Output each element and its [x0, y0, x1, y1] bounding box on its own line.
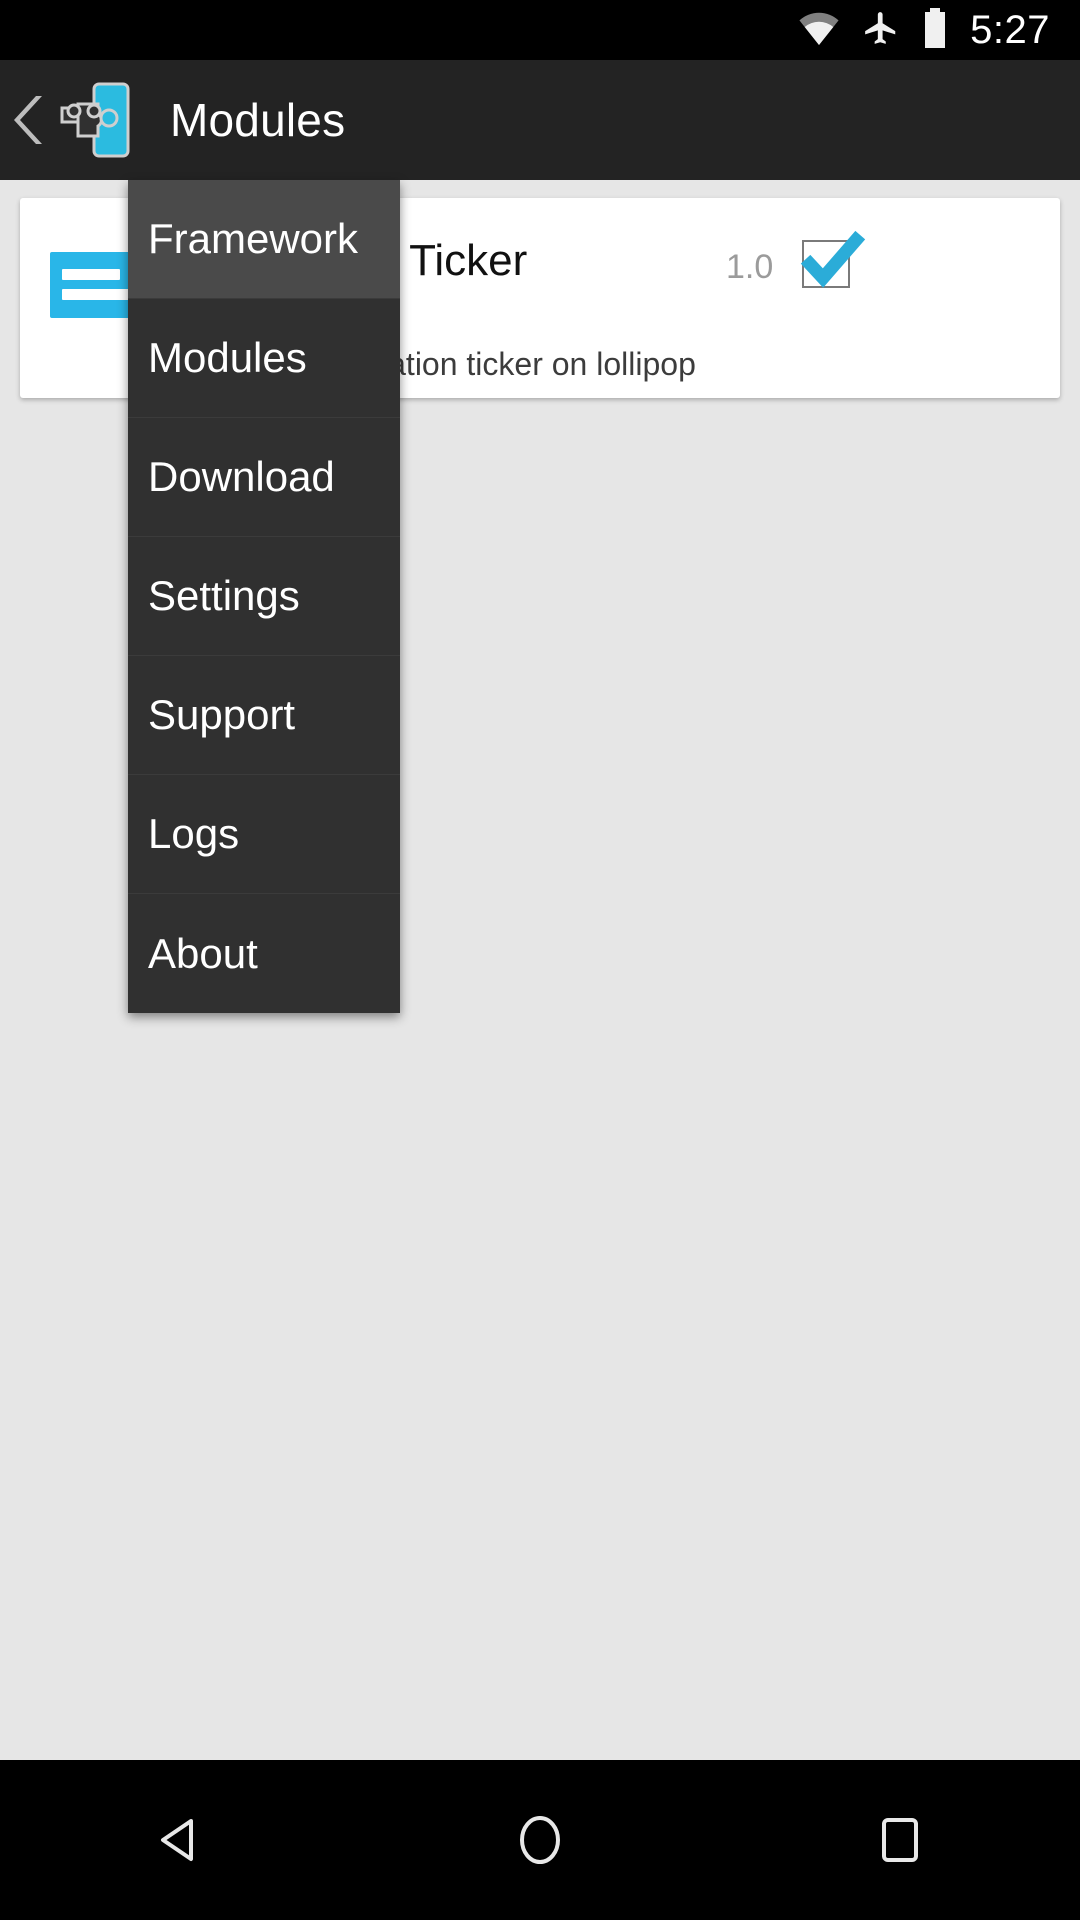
menu-item-download[interactable]: Download: [128, 418, 400, 537]
back-arrow-icon[interactable]: [10, 90, 52, 150]
back-nav-icon[interactable]: [90, 1760, 270, 1920]
page-title[interactable]: Modules: [170, 93, 345, 147]
status-bar-icons: [798, 7, 948, 53]
wifi-icon: [798, 11, 840, 50]
navigation-dropdown-menu: Framework Modules Download Settings Supp…: [128, 180, 400, 1013]
menu-item-support[interactable]: Support: [128, 656, 400, 775]
checkmark-icon: [800, 230, 866, 288]
recents-nav-icon[interactable]: [810, 1760, 990, 1920]
menu-item-modules[interactable]: Modules: [128, 299, 400, 418]
menu-item-label: Support: [148, 691, 296, 738]
module-version: 1.0: [726, 248, 774, 286]
airplane-mode-icon: [862, 9, 900, 52]
xposed-installer-logo: [54, 78, 132, 162]
module-enable-checkbox[interactable]: [800, 230, 866, 288]
status-bar: 5:27: [0, 0, 1080, 60]
menu-item-framework[interactable]: Framework: [128, 180, 400, 299]
menu-item-label: Download: [148, 453, 335, 500]
android-screen: 5:27 Modules Ticker 1.0 Enables notifica…: [0, 0, 1080, 1920]
menu-item-label: Logs: [148, 810, 240, 857]
home-nav-icon[interactable]: [450, 1760, 630, 1920]
status-bar-clock: 5:27: [970, 7, 1050, 52]
menu-item-label: Framework: [148, 215, 359, 262]
menu-item-logs[interactable]: Logs: [128, 775, 400, 894]
app-bar: Modules: [0, 60, 1080, 221]
system-navigation-bar: [0, 1760, 1080, 1920]
menu-item-label: Settings: [148, 572, 300, 619]
menu-item-about[interactable]: About: [128, 894, 400, 1013]
menu-item-settings[interactable]: Settings: [128, 537, 400, 656]
menu-item-label: About: [148, 929, 258, 977]
battery-icon: [922, 7, 948, 53]
menu-item-label: Modules: [148, 334, 307, 381]
